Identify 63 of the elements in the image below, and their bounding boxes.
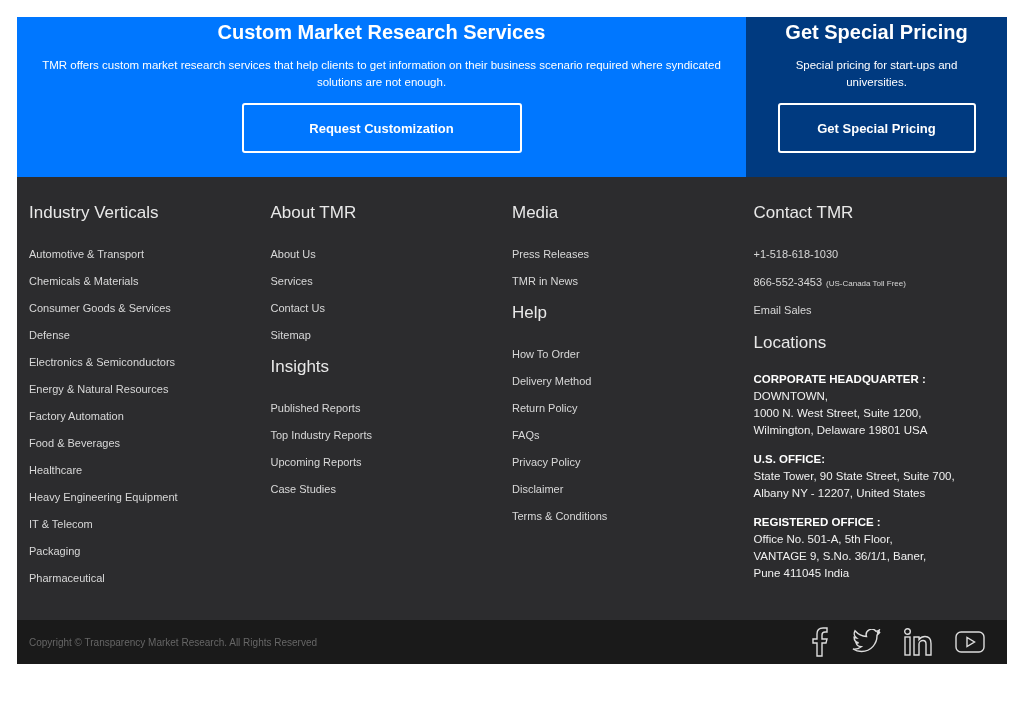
footer-link[interactable]: Delivery Method xyxy=(512,368,592,395)
panel-text: TMR offers custom market research services that help clients to get information on their business scenario required where syndicated solutions are not enough. xyxy=(41,58,722,90)
contact-link[interactable]: 866-552-3453 xyxy=(753,269,822,296)
contact-note: (US-Canada Toll Free) xyxy=(826,279,906,288)
section-heading: Locations xyxy=(753,333,827,353)
address-line: Office No. 501-A, 5th Floor, xyxy=(753,532,894,547)
footer-link[interactable]: Case Studies xyxy=(270,476,336,503)
footer-link[interactable]: Factory Automation xyxy=(29,403,124,430)
footer-link[interactable]: About Us xyxy=(270,241,316,268)
section-heading: Help xyxy=(512,303,547,323)
address-line: DOWNTOWN, xyxy=(753,389,830,404)
footer-link[interactable]: Press Releases xyxy=(512,241,590,268)
footer-link[interactable]: Heavy Engineering Equipment xyxy=(29,484,178,511)
footer-link[interactable]: Food & Beverages xyxy=(29,430,121,457)
contact-link[interactable]: +1-518-618-1030 xyxy=(753,241,839,268)
office-title: CORPORATE HEADQUARTER : xyxy=(753,372,927,387)
request-customization-button[interactable]: Request Customization xyxy=(241,103,522,153)
special-pricing-button[interactable]: Get Special Pricing xyxy=(777,103,976,153)
footer-link[interactable]: IT & Telecom xyxy=(29,511,93,538)
footer-link[interactable]: Electronics & Semiconductors xyxy=(29,349,176,376)
footer-link[interactable]: Top Industry Reports xyxy=(270,422,372,449)
footer-link[interactable]: Automotive & Transport xyxy=(29,241,144,268)
footer-link[interactable]: Upcoming Reports xyxy=(270,449,362,476)
footer-link[interactable]: Healthcare xyxy=(29,457,83,484)
section-heading: Contact TMR xyxy=(753,203,854,223)
footer-link[interactable]: Defense xyxy=(29,322,70,349)
footer-link[interactable]: Privacy Policy xyxy=(512,449,581,476)
address-line: VANTAGE 9, S.No. 36/1/1, Baner, xyxy=(753,549,927,564)
footer-link[interactable]: Packaging xyxy=(29,538,81,565)
footer-link[interactable]: Energy & Natural Resources xyxy=(29,376,169,403)
address-line: 1000 N. West Street, Suite 1200, xyxy=(753,406,923,421)
footer-link[interactable]: How To Order xyxy=(512,341,580,368)
footer-link[interactable]: Chemicals & Materials xyxy=(29,268,139,295)
section-heading: About TMR xyxy=(270,203,357,223)
address-line: Albany NY - 12207, United States xyxy=(753,486,927,501)
office-title: REGISTERED OFFICE : xyxy=(753,515,882,530)
facebook-icon[interactable] xyxy=(811,627,829,657)
footer-link[interactable]: Published Reports xyxy=(270,395,361,422)
footer-link[interactable]: Terms & Conditions xyxy=(512,503,608,530)
section-heading: Industry Verticals xyxy=(29,203,159,223)
footer-link[interactable]: Consumer Goods & Services xyxy=(29,295,171,322)
play-button-icon[interactable] xyxy=(955,631,985,653)
copyright-text: Copyright © Transparency Market Research. All Rights Reserved xyxy=(29,636,318,648)
footer-link[interactable]: Return Policy xyxy=(512,395,578,422)
footer-link[interactable]: Services xyxy=(270,268,313,295)
footer-link[interactable]: Disclaimer xyxy=(512,476,564,503)
office-title: U.S. OFFICE: xyxy=(753,452,827,467)
panel-text: Special pricing for start-ups and universities. xyxy=(794,58,959,90)
address-line: Pune 411045 India xyxy=(753,566,851,581)
address-line: State Tower, 90 State Street, Suite 700, xyxy=(753,469,955,484)
footer-link[interactable]: Sitemap xyxy=(270,322,311,349)
contact-link[interactable]: Email Sales xyxy=(753,297,812,324)
panel-title: Custom Market Research Services xyxy=(217,21,546,44)
footer-link[interactable]: FAQs xyxy=(512,422,540,449)
footer-link[interactable]: TMR in News xyxy=(512,268,578,295)
linkedin-icon[interactable] xyxy=(903,627,933,657)
footer-link[interactable]: Contact Us xyxy=(270,295,325,322)
address-line: Wilmington, Delaware 19801 USA xyxy=(753,423,928,438)
footer-link[interactable]: Pharmaceutical xyxy=(29,565,105,592)
section-heading: Insights xyxy=(270,357,330,377)
section-heading: Media xyxy=(512,203,559,223)
panel-title: Get Special Pricing xyxy=(785,21,968,44)
twitter-icon[interactable] xyxy=(851,629,881,655)
